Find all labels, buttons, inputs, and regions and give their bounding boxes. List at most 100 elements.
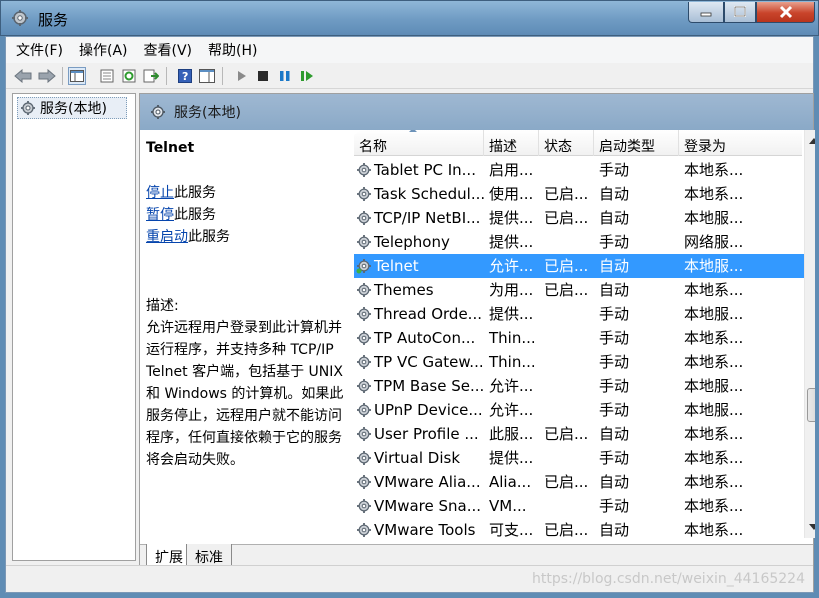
- properties-icon[interactable]: [98, 67, 116, 85]
- service-gear-icon: [357, 235, 371, 249]
- help-icon[interactable]: ?: [176, 67, 194, 85]
- table-row[interactable]: UPnP Device... 允许... 手动 本地服...: [354, 398, 804, 422]
- cell-name: Task Schedul...: [354, 182, 484, 206]
- refresh-icon[interactable]: [120, 67, 138, 85]
- service-gear-icon: [357, 355, 371, 369]
- cell-name: UPnP Device...: [354, 398, 484, 422]
- cell-description: VM...: [489, 497, 527, 515]
- minimize-button[interactable]: [688, 2, 724, 23]
- cell-startup-type: 手动: [599, 449, 630, 467]
- pane-header-title: 服务(本地): [174, 105, 241, 121]
- cell-name: TCP/IP NetBI...: [354, 206, 484, 230]
- restart-service-icon[interactable]: [298, 67, 316, 85]
- table-row[interactable]: Tablet PC In... 启用... 手动 本地系...: [354, 158, 804, 182]
- table-row[interactable]: VMware Alia... Alia... 已启... 自动 本地系...: [354, 470, 804, 494]
- menu-file[interactable]: 文件(F): [16, 40, 63, 60]
- table-row[interactable]: Thread Orde... 提供... 手动 本地服...: [354, 302, 804, 326]
- menu-help[interactable]: 帮助(H): [208, 40, 257, 60]
- menu-action[interactable]: 操作(A): [79, 40, 128, 60]
- cell-startup-type: 自动: [599, 521, 630, 538]
- cell-status: [539, 326, 594, 350]
- table-row[interactable]: TCP/IP NetBI... 提供... 已启... 自动 本地服...: [354, 206, 804, 230]
- cell-logon-as: 本地系...: [684, 329, 744, 347]
- column-header-description[interactable]: 描述: [484, 130, 539, 156]
- cell-status: 已启...: [544, 521, 589, 538]
- cell-description: 提供...: [489, 233, 534, 251]
- cell-logon-as: 本地系...: [684, 425, 744, 443]
- table-row[interactable]: TPM Base Se... 允许... 手动 本地服...: [354, 374, 804, 398]
- action-suffix: 此服务: [188, 229, 230, 245]
- cell-description: 提供...: [489, 449, 534, 467]
- table-row[interactable]: Telnet 允许... 已启... 自动 本地服...: [354, 254, 804, 278]
- service-gear-icon: [357, 187, 371, 201]
- column-header-status[interactable]: 状态: [539, 130, 594, 156]
- cell-startup-type: 手动: [599, 233, 630, 251]
- scroll-up-icon[interactable]: [809, 138, 815, 144]
- cell-startup-type: 手动: [599, 329, 630, 347]
- scroll-down-icon[interactable]: [809, 524, 815, 530]
- column-header-name[interactable]: 名称: [354, 130, 484, 156]
- table-row[interactable]: Telephony 提供... 手动 网络服...: [354, 230, 804, 254]
- cell-logon-as: 本地系...: [684, 281, 744, 299]
- pane-header: 服务(本地): [140, 94, 813, 130]
- toolbar: ?: [6, 63, 813, 89]
- description-label: 描述:: [146, 298, 179, 314]
- cell-description: 启用...: [489, 161, 534, 179]
- cell-startup-type: 自动: [599, 473, 630, 491]
- table-row[interactable]: TP AutoCon... Thin... 手动 本地系...: [354, 326, 804, 350]
- restart-service-link[interactable]: 重启动: [146, 229, 188, 245]
- export-list-icon[interactable]: [142, 67, 160, 85]
- tree-item-local-services[interactable]: 服务(本地): [17, 97, 127, 119]
- service-gear-icon: [357, 427, 371, 441]
- cell-name: Themes: [354, 278, 484, 302]
- cell-logon-as: 本地系...: [684, 497, 744, 515]
- close-button[interactable]: [756, 2, 815, 23]
- services-pane: 服务(本地) Telnet 停止此服务 暂停此服务 重启动此服务 描述: 允许远…: [139, 93, 815, 592]
- show-console-tree-icon[interactable]: [68, 67, 86, 85]
- tab-standard[interactable]: 标准: [186, 544, 232, 566]
- watermark-text: https://blog.csdn.net/weixin_44165224: [531, 571, 805, 587]
- cell-startup-type: 手动: [599, 401, 630, 419]
- table-body: Tablet PC In... 启用... 手动 本地系... Task Schedul…: [354, 158, 804, 538]
- window-frame: 文件(F) 操作(A) 查看(V) 帮助(H) ? 服务(本地) 服务(本地) …: [5, 36, 815, 593]
- back-icon[interactable]: [14, 67, 32, 85]
- column-header-startup-type[interactable]: 启动类型: [594, 130, 679, 156]
- cell-logon-as: 本地系...: [684, 161, 744, 179]
- service-gear-icon: [356, 259, 371, 274]
- tree-item-label: 服务(本地): [40, 101, 107, 117]
- scroll-thumb[interactable]: [807, 388, 815, 422]
- cell-description: 提供...: [489, 305, 534, 323]
- table-row[interactable]: Virtual Disk 提供... 手动 本地系...: [354, 446, 804, 470]
- forward-icon[interactable]: [38, 67, 56, 85]
- cell-name: User Profile ...: [354, 422, 484, 446]
- title-bar: 服务: [0, 0, 819, 36]
- start-service-icon[interactable]: [232, 67, 250, 85]
- cell-logon-as: 本地系...: [684, 473, 744, 491]
- cell-name: VMware Tools: [354, 518, 484, 538]
- maximize-button[interactable]: [724, 2, 756, 23]
- cell-status: [539, 158, 594, 182]
- stop-service-icon[interactable]: [254, 67, 272, 85]
- cell-startup-type: 手动: [599, 353, 630, 371]
- table-row[interactable]: User Profile ... 此服... 已启... 自动 本地系...: [354, 422, 804, 446]
- services-gear-icon: [151, 105, 165, 119]
- table-row[interactable]: VMware Tools 可支... 已启... 自动 本地系...: [354, 518, 804, 538]
- pause-service-icon[interactable]: [276, 67, 294, 85]
- table-row[interactable]: Themes 为用... 已启... 自动 本地系...: [354, 278, 804, 302]
- services-table: 名称 描述 状态 启动类型 登录为 Tablet PC In... 启用... 手动…: [350, 130, 815, 538]
- menu-view[interactable]: 查看(V): [144, 40, 193, 60]
- cell-name: TP AutoCon...: [354, 326, 484, 350]
- table-row[interactable]: TP VC Gatew... Thin... 手动 本地系...: [354, 350, 804, 374]
- show-action-pane-icon[interactable]: [198, 67, 216, 85]
- vertical-scrollbar[interactable]: [804, 130, 815, 538]
- stop-service-link[interactable]: 停止: [146, 185, 174, 201]
- table-row[interactable]: VMware Sna... VM... 手动 本地系...: [354, 494, 804, 518]
- menu-bar: 文件(F) 操作(A) 查看(V) 帮助(H): [6, 37, 813, 63]
- cell-name: Telephony: [354, 230, 484, 254]
- cell-status: [539, 398, 594, 422]
- table-row[interactable]: Task Schedul... 使用... 已启... 自动 本地系...: [354, 182, 804, 206]
- column-header-logon-as[interactable]: 登录为: [679, 130, 802, 156]
- services-gear-icon: [12, 10, 28, 26]
- pause-service-link[interactable]: 暂停: [146, 207, 174, 223]
- cell-startup-type: 自动: [599, 209, 630, 227]
